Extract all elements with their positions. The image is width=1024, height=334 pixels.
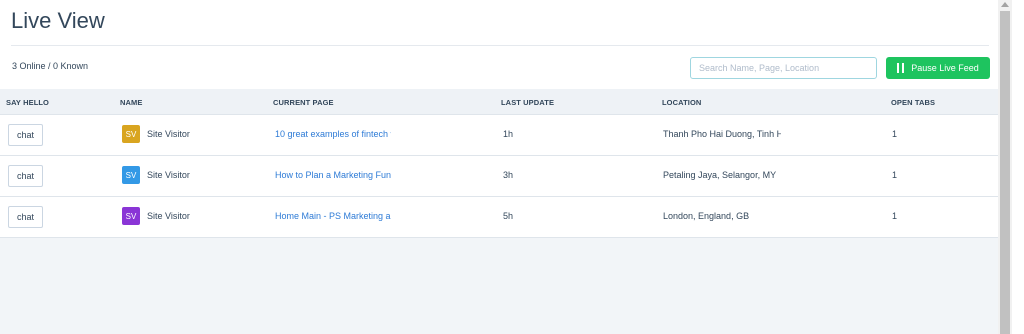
scrollbar-thumb[interactable] <box>1000 11 1010 334</box>
visitor-name: Site Visitor <box>147 211 190 221</box>
current-page-link[interactable]: Home Main - PS Marketing and <box>275 211 391 221</box>
column-name: NAME <box>120 98 143 107</box>
header: Live View 3 Online / 0 Known Pause Live … <box>0 0 998 89</box>
visitor-counts: 3 Online / 0 Known <box>12 61 89 71</box>
pause-live-feed-button[interactable]: Pause Live Feed <box>886 57 990 79</box>
header-divider <box>11 45 989 46</box>
table-row: chat SV Site Visitor 10 great examples o… <box>0 115 998 156</box>
column-location: LOCATION <box>662 98 702 107</box>
chat-button[interactable]: chat <box>8 165 43 187</box>
table-row: chat SV Site Visitor Home Main - PS Mark… <box>0 197 998 238</box>
avatar: SV <box>122 166 140 184</box>
column-last-update: LAST UPDATE <box>501 98 555 107</box>
pause-icon <box>897 63 905 73</box>
search-input[interactable] <box>690 57 877 79</box>
avatar: SV <box>122 125 140 143</box>
location: Thanh Pho Hai Duong, Tinh Ha <box>663 129 781 139</box>
location: London, England, GB <box>663 211 750 221</box>
open-tabs: 1 <box>892 211 898 221</box>
column-say-hello: SAY HELLO <box>6 98 49 107</box>
column-open-tabs: OPEN TABS <box>891 98 936 107</box>
vertical-scrollbar[interactable] <box>998 0 1012 334</box>
pause-live-feed-label: Pause Live Feed <box>911 63 979 73</box>
last-update: 5h <box>503 211 514 221</box>
table-header: SAY HELLO NAME CURRENT PAGE LAST UPDATE … <box>0 89 998 115</box>
current-page-link[interactable]: How to Plan a Marketing Funn <box>275 170 391 180</box>
page-title: Live View <box>11 8 105 33</box>
avatar: SV <box>122 207 140 225</box>
last-update: 1h <box>503 129 514 139</box>
last-update: 3h <box>503 170 514 180</box>
location: Petaling Jaya, Selangor, MY <box>663 170 777 180</box>
open-tabs: 1 <box>892 170 898 180</box>
chat-button[interactable]: chat <box>8 206 43 228</box>
window-edge <box>1012 0 1024 334</box>
live-view-panel: Live View 3 Online / 0 Known Pause Live … <box>0 0 998 334</box>
table-row: chat SV Site Visitor How to Plan a Marke… <box>0 156 998 197</box>
chat-button[interactable]: chat <box>8 124 43 146</box>
scroll-up-arrow-icon[interactable] <box>1001 2 1009 7</box>
visitor-name: Site Visitor <box>147 129 190 139</box>
open-tabs: 1 <box>892 129 898 139</box>
visitor-table-body: chat SV Site Visitor 10 great examples o… <box>0 115 998 238</box>
current-page-link[interactable]: 10 great examples of fintech w <box>275 129 391 139</box>
column-current-page: CURRENT PAGE <box>273 98 334 107</box>
visitor-name: Site Visitor <box>147 170 190 180</box>
